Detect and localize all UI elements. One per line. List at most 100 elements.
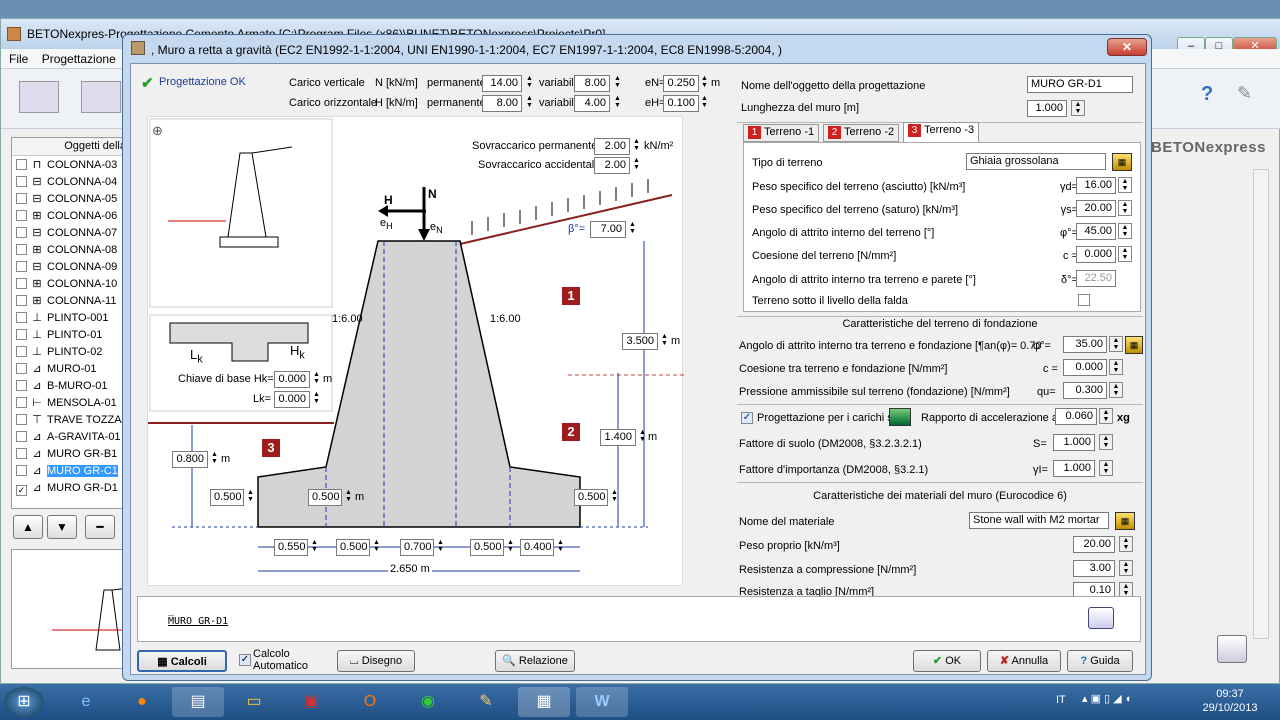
h-var-input[interactable]: 4.00 <box>574 95 610 112</box>
ie-icon[interactable]: e <box>60 687 112 717</box>
tree-item[interactable]: ⊞ COLONNA-11 <box>16 294 116 311</box>
h-perm-input[interactable]: 8.00 <box>482 95 522 112</box>
seismic-checkbox[interactable]: ✓ <box>741 412 753 424</box>
width-4-input[interactable]: 0.500 <box>470 539 504 556</box>
spin-icon[interactable]: ▲ ▼ <box>1109 359 1123 375</box>
h-total-input[interactable]: 3.500 <box>622 333 658 350</box>
start-button[interactable]: ⊞ <box>4 687 44 717</box>
h-lower-input[interactable]: 1.400 <box>600 429 636 446</box>
importance-input[interactable]: 1.000 <box>1053 460 1095 477</box>
menu-file[interactable]: File <box>9 52 28 66</box>
help-button[interactable]: ? Guida <box>1067 650 1133 672</box>
lk-input[interactable]: 0.000 <box>274 391 310 408</box>
word-icon[interactable]: W <box>576 687 628 717</box>
new-structure-icon[interactable] <box>19 81 59 113</box>
spin-icon[interactable]: ▲ ▼ <box>660 333 669 347</box>
spin-icon[interactable]: ▲ ▼ <box>610 489 619 503</box>
cancel-button[interactable]: ✘ Annulla <box>987 650 1061 672</box>
spin-icon[interactable]: ▲ ▼ <box>312 371 321 385</box>
acc-surcharge-input[interactable]: 2.00 <box>594 157 630 174</box>
h-embed-input[interactable]: 0.800 <box>172 451 208 468</box>
menu-progettazione[interactable]: Progettazione <box>42 52 116 66</box>
tree-item-checkbox[interactable] <box>16 397 27 408</box>
tree-item-checkbox[interactable] <box>16 448 27 459</box>
n-perm-input[interactable]: 14.00 <box>482 75 522 92</box>
outlook-icon[interactable]: O <box>344 687 396 717</box>
width-5-input[interactable]: 0.400 <box>520 539 554 556</box>
spin-icon[interactable]: ▲ ▼ <box>556 539 565 553</box>
tree-item-checkbox[interactable] <box>16 329 27 340</box>
spin-icon[interactable]: ▲ ▼ <box>1109 336 1123 352</box>
clock[interactable]: 09:37 29/10/2013 <box>1200 687 1260 715</box>
report-button[interactable]: 🔍 Relazione <box>495 650 575 672</box>
files-icon[interactable]: ▭ <box>228 687 280 717</box>
tree-item[interactable]: ✓ ⊿ MURO GR-D1 <box>16 481 118 498</box>
tree-item[interactable]: ⊥ PLINTO-01 <box>16 328 102 345</box>
tree-item[interactable]: ⊥ PLINTO-02 <box>16 345 102 362</box>
book-icon[interactable]: ✎ <box>1237 83 1263 111</box>
tab-terreno-1[interactable]: 1 Terreno -1 <box>743 124 820 142</box>
auto-calc-checkbox[interactable]: ✓ <box>239 654 251 666</box>
water-table-checkbox[interactable] <box>1078 294 1090 306</box>
betonexpress-taskbar-icon[interactable]: ▦ <box>518 687 570 717</box>
tree-item-checkbox[interactable] <box>16 465 27 476</box>
spin-icon[interactable]: ▲ ▼ <box>506 539 515 553</box>
spin-icon[interactable]: ▲ ▼ <box>1118 200 1132 216</box>
spin-icon[interactable]: ▲ ▼ <box>372 539 381 553</box>
width-3-input[interactable]: 0.700 <box>400 539 434 556</box>
tree-item[interactable]: ⊟ COLONNA-07 <box>16 226 117 243</box>
calc-tan-icon[interactable]: ▦ <box>1125 336 1143 354</box>
table-icon[interactable] <box>81 81 121 113</box>
tree-item[interactable]: ⊿ B-MURO-01 <box>16 379 108 396</box>
tab-terreno-3[interactable]: 3 Terreno -3 <box>903 122 980 142</box>
soil-library-icon[interactable]: ▦ <box>1112 153 1132 171</box>
spin-icon[interactable]: ▲ ▼ <box>1099 460 1113 476</box>
paint-icon[interactable]: ✎ <box>460 687 512 717</box>
gs-input[interactable]: 20.00 <box>1076 200 1116 217</box>
remove-button[interactable]: ━ <box>85 515 115 539</box>
found-phi-input[interactable]: 35.00 <box>1063 336 1107 353</box>
spin-icon[interactable]: ▲ ▼ <box>1071 100 1085 116</box>
tree-item-checkbox[interactable] <box>16 363 27 374</box>
found-q-input[interactable]: 0.300 <box>1063 382 1107 399</box>
spin-icon[interactable]: ▲ ▼ <box>613 75 622 89</box>
spin-icon[interactable]: ▲ ▼ <box>1119 536 1133 552</box>
spin-icon[interactable]: ▲ ▼ <box>1118 177 1132 193</box>
accel-input[interactable]: 0.060 <box>1055 408 1097 425</box>
tree-item-checkbox[interactable] <box>16 431 27 442</box>
spin-icon[interactable]: ▲ ▼ <box>700 95 709 109</box>
output-memo[interactable]: _ MURO GR-D1 <box>137 596 1141 642</box>
tree-item[interactable]: ⊢ MENSOLA-01 <box>16 396 117 413</box>
tree-item-checkbox[interactable] <box>16 227 27 238</box>
tree-item[interactable]: ⊞ COLONNA-08 <box>16 243 117 260</box>
firefox-icon[interactable]: ● <box>116 687 168 717</box>
tree-item-checkbox[interactable] <box>16 210 27 221</box>
draw-button[interactable]: ⌴ Disegno <box>337 650 415 672</box>
base-right-input[interactable]: 0.500 <box>574 489 608 506</box>
spin-icon[interactable]: ▲ ▼ <box>525 75 534 89</box>
export-icon[interactable] <box>1088 607 1114 629</box>
dialog-close-button[interactable]: ✕ <box>1107 38 1147 56</box>
tree-item-checkbox[interactable] <box>16 261 27 272</box>
help-icon[interactable]: ? <box>1201 83 1227 111</box>
spin-icon[interactable]: ▲ ▼ <box>632 138 641 152</box>
material-library-icon[interactable]: ▦ <box>1115 512 1135 530</box>
spin-icon[interactable]: ▲ ▼ <box>638 429 647 443</box>
base-left-input[interactable]: 0.500 <box>210 489 244 506</box>
tree-item[interactable]: ⊟ COLONNA-05 <box>16 192 117 209</box>
eh-input[interactable]: 0.100 <box>663 95 699 112</box>
n-var-input[interactable]: 8.00 <box>574 75 610 92</box>
width-1-input[interactable]: 0.550 <box>274 539 308 556</box>
width-2-input[interactable]: 0.500 <box>336 539 370 556</box>
explorer-icon[interactable]: ▤ <box>172 687 224 717</box>
object-name-input[interactable]: MURO GR-D1 <box>1027 76 1133 93</box>
tree-item-checkbox[interactable] <box>16 176 27 187</box>
tree-item[interactable]: ⊿ MURO GR-B1 <box>16 447 117 464</box>
spin-icon[interactable]: ▲ ▼ <box>1118 246 1132 262</box>
spin-icon[interactable]: ▲ ▼ <box>628 221 637 235</box>
spin-icon[interactable]: ▲ ▼ <box>1099 434 1113 450</box>
move-up-button[interactable]: ▲ <box>13 515 43 539</box>
spin-icon[interactable]: ▲ ▼ <box>436 539 445 553</box>
calc-button[interactable]: ▦ Calcoli <box>137 650 227 672</box>
tab-terreno-2[interactable]: 2 Terreno -2 <box>823 124 900 142</box>
